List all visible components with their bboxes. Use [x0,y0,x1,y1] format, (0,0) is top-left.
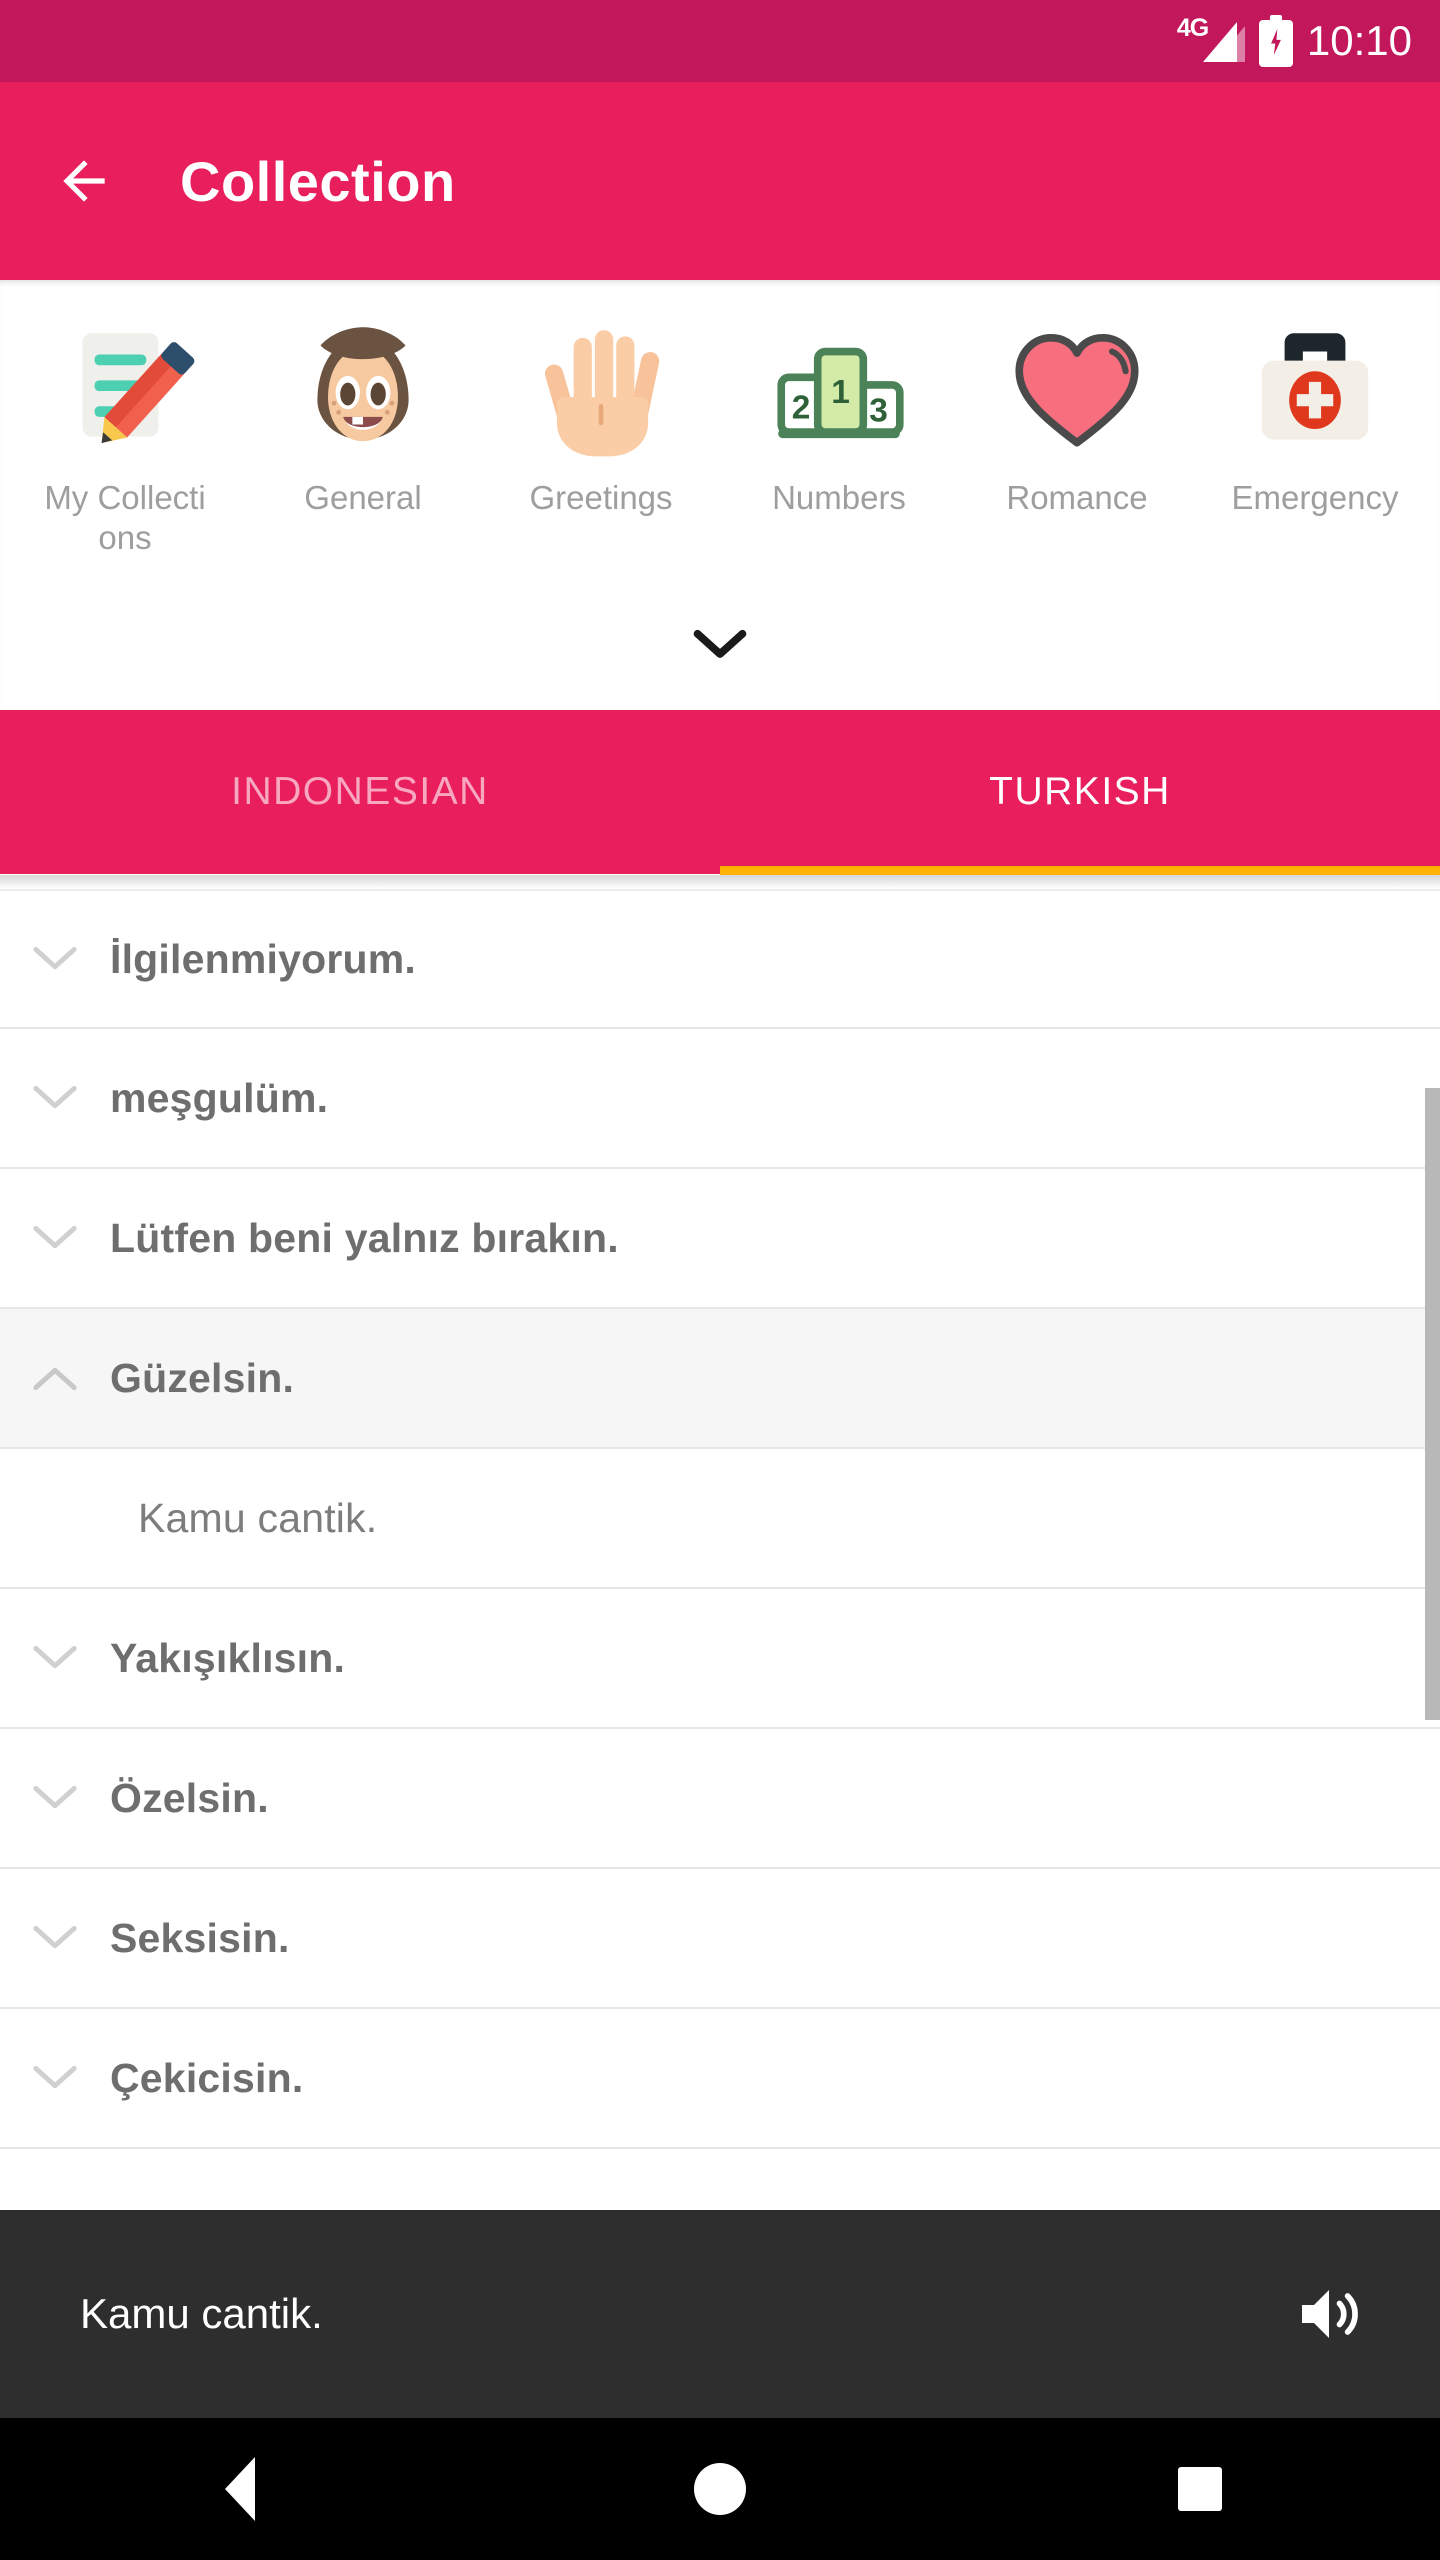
list-item[interactable]: Özelsin. [0,1729,1440,1869]
translation-text: Kamu cantik. [138,1494,378,1541]
phrase-text: Lütfen beni yalnız bırakın. [110,1214,619,1261]
status-bar-clock: 10:10 [1306,17,1412,64]
svg-text:3: 3 [869,392,888,429]
network-type-label: 4G [1176,14,1209,42]
open-hand-icon [525,312,677,464]
list-item[interactable]: İlgilenmiyorum. [0,889,1440,1029]
category-label: Emergency [1231,479,1399,516]
phrase-list[interactable]: İlgilenmiyorum. meşgulüm. Lütfen beni ya… [0,889,1440,2210]
phrase-text: İlgilenmiyorum. [110,935,416,982]
phrase-text: Özelsin. [110,1774,269,1821]
chevron-down-icon [693,629,747,658]
chevron-down-icon [33,1225,77,1249]
phrase-text: Güzelsin. [110,1354,295,1401]
phrase-text: meşgulüm. [110,1074,329,1121]
category-item-numbers[interactable]: 2 1 3 Numbers [720,312,958,518]
android-navigation-bar [0,2418,1440,2560]
nav-home-icon [694,2463,746,2515]
girl-face-icon [287,312,439,464]
nav-home-button[interactable] [645,2418,795,2560]
chevron-down-icon [33,2065,77,2089]
expand-toggle[interactable] [0,1643,110,1673]
expand-toggle[interactable] [0,1083,110,1113]
expand-toggle[interactable] [0,1783,110,1813]
chevron-up-icon [33,1367,77,1391]
play-audio-button[interactable] [1274,2259,1384,2369]
nav-back-button[interactable] [165,2418,315,2560]
arrow-left-icon [63,160,105,202]
list-item[interactable]: Çekicisin. [0,2009,1440,2149]
nav-recents-icon [1178,2467,1222,2511]
chevron-down-icon [33,946,77,970]
category-item-romance[interactable]: Romance [958,312,1196,518]
phrase-text: Seksisin. [110,1914,290,1961]
list-item[interactable]: Lütfen beni yalnız bırakın. [0,1169,1440,1309]
svg-text:1: 1 [831,374,850,411]
category-strip: My Collections General Greetings 2 1 3 N… [0,280,1440,710]
chevron-down-icon [33,1925,77,1949]
phrase-text: Yakışıklısın. [110,1634,346,1681]
nav-recents-button[interactable] [1125,2418,1275,2560]
category-label: Greetings [529,479,673,516]
nav-back-icon [225,2457,255,2521]
audio-player-bar: Kamu cantik. [0,2210,1440,2418]
notepad-pencil-icon [49,312,201,464]
chevron-down-icon [33,1785,77,1809]
category-item-greetings[interactable]: Greetings [482,312,720,518]
category-item-emergency[interactable]: Emergency [1196,312,1434,518]
category-label: General [304,479,422,516]
category-label: My Collections [44,479,206,556]
svg-text:2: 2 [792,389,811,426]
category-label: Numbers [772,479,906,516]
tab-selected-indicator [720,866,1440,875]
expand-toggle[interactable] [0,2063,110,2093]
chevron-down-icon [33,1085,77,1109]
back-button[interactable] [24,121,144,241]
tab-label: TURKISH [989,770,1171,813]
list-item[interactable]: Seksisin. [0,1869,1440,2009]
category-item-my-collections[interactable]: My Collections [6,312,244,558]
speaker-volume-icon [1302,2290,1358,2338]
language-tab-bar: INDONESIAN TURKISH [0,710,1440,874]
category-label: Romance [1006,479,1148,516]
translation-row: Kamu cantik. [0,1449,1440,1589]
tab-bar-shadow [0,875,1440,889]
list-item[interactable]: Yakışıklısın. [0,1589,1440,1729]
first-aid-kit-icon [1239,312,1391,464]
player-phrase-text: Kamu cantik. [80,2290,323,2337]
expand-toggle[interactable] [0,1923,110,1953]
page-title: Collection [180,149,456,213]
phrase-text: Çekicisin. [110,2054,304,2101]
list-scrollbar[interactable] [1425,1088,1440,1720]
podium-123-icon: 2 1 3 [763,312,915,464]
expand-categories-button[interactable] [0,610,1440,680]
signal-bars-icon: 4G [1177,16,1245,64]
tab-label: INDONESIAN [231,770,489,813]
battery-charging-icon [1258,15,1293,67]
app-bar: Collection [0,82,1440,280]
category-item-general[interactable]: General [244,312,482,518]
status-bar: 4G 10:10 [0,0,1440,82]
expand-toggle[interactable] [0,1223,110,1253]
collapse-toggle[interactable] [0,1363,110,1393]
tab-turkish[interactable]: TURKISH [720,710,1440,874]
chevron-down-icon [33,1645,77,1669]
expand-toggle[interactable] [0,944,110,974]
tab-indonesian[interactable]: INDONESIAN [0,710,720,874]
heart-icon [1001,312,1153,464]
list-item-expanded[interactable]: Güzelsin. [0,1309,1440,1449]
app-screen: 4G 10:10 Collection My Collections Gener… [0,0,1440,2560]
list-item[interactable]: meşgulüm. [0,1029,1440,1169]
